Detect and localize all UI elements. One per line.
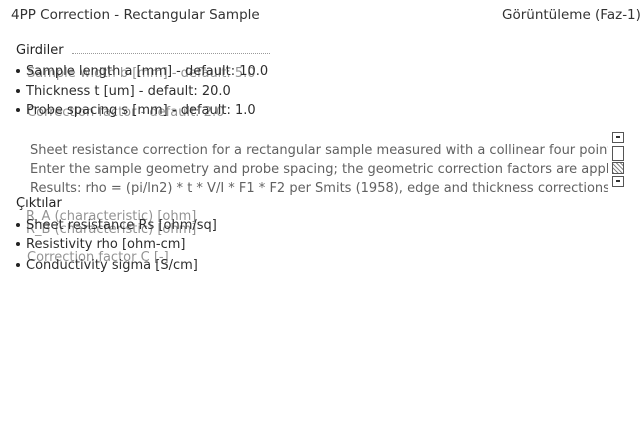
scroll-up-button[interactable]: [612, 132, 624, 143]
inputs-heading-rule: [72, 53, 270, 55]
input-item-width[interactable]: Sample width b [mm] - default: 5.0: [27, 66, 256, 81]
scroll-thumb[interactable]: [612, 146, 624, 161]
description-text: Sheet resistance correction for a rectan…: [30, 143, 608, 196]
scroll-track[interactable]: [612, 162, 624, 174]
bullet-icon: [16, 241, 20, 246]
view-mode-label[interactable]: Görüntüleme (Faz-1): [502, 7, 640, 23]
window-title: 4PP Correction - Rectangular Sample: [11, 7, 260, 23]
output-item-conductivity: Conductivity sigma [S/cm]: [16, 258, 198, 273]
inputs-heading: Girdiler: [16, 43, 64, 58]
input-item-factor[interactable]: Correction factor - default: 2.0: [27, 105, 224, 120]
bullet-icon: [16, 88, 20, 93]
scroll-down-button[interactable]: [612, 176, 624, 187]
bullet-icon: [16, 262, 20, 267]
bullet-icon: [16, 68, 20, 73]
output-item-sheet-resistance: Sheet resistance Rs [ohm/sq]: [16, 218, 217, 233]
description-scrollbar[interactable]: [612, 132, 624, 188]
bullet-icon: [16, 222, 20, 227]
bullet-icon: [16, 107, 20, 112]
input-item-thickness[interactable]: Thickness t [um] - default: 20.0: [16, 84, 231, 99]
